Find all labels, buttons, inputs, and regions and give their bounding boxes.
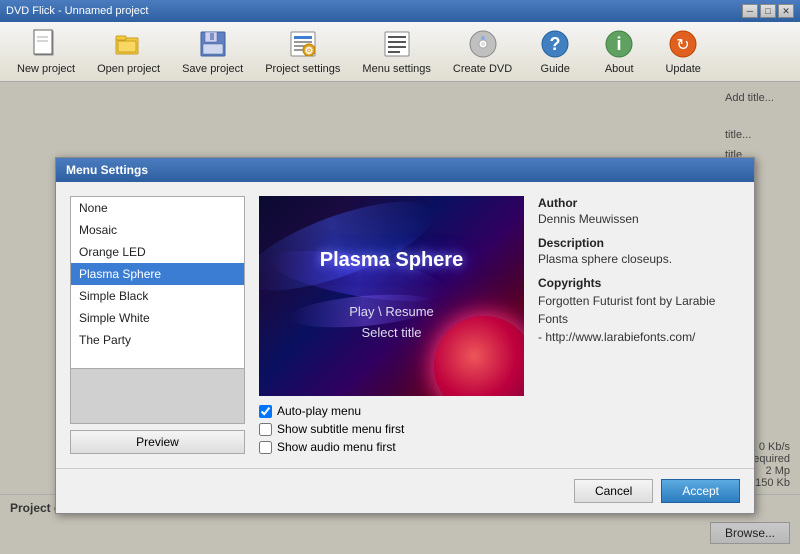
description-label: Description bbox=[538, 236, 740, 250]
window-controls: ─ □ ✕ bbox=[742, 4, 794, 18]
save-project-label: Save project bbox=[182, 63, 243, 75]
menu-item-none[interactable]: None bbox=[71, 197, 244, 219]
create-dvd-label: Create DVD bbox=[453, 63, 512, 75]
show-audio-label: Show audio menu first bbox=[277, 440, 396, 454]
menu-list-empty-area bbox=[70, 369, 245, 424]
svg-text:i: i bbox=[617, 34, 622, 54]
main-area: Add title... title... title e up own t l… bbox=[0, 82, 800, 554]
update-label: Update bbox=[665, 63, 700, 75]
title-bar: DVD Flick - Unnamed project ─ □ ✕ bbox=[0, 0, 800, 22]
preview-button[interactable]: Preview bbox=[70, 430, 245, 454]
save-project-button[interactable]: Save project bbox=[173, 23, 252, 80]
update-icon: ↻ bbox=[667, 28, 699, 60]
new-project-button[interactable]: New project bbox=[8, 23, 84, 80]
cancel-button[interactable]: Cancel bbox=[574, 479, 653, 503]
preview-options: Auto-play menu Show subtitle menu first … bbox=[259, 404, 524, 454]
menu-settings-dialog: Menu Settings None Mosaic Orange LED Pla… bbox=[55, 157, 755, 514]
maximize-button[interactable]: □ bbox=[760, 4, 776, 18]
new-project-icon bbox=[30, 28, 62, 60]
toolbar: New project Open project Save project bbox=[0, 22, 800, 82]
project-settings-icon: ⚙ bbox=[287, 28, 319, 60]
dialog-footer: Cancel Accept bbox=[56, 468, 754, 513]
open-project-label: Open project bbox=[97, 63, 160, 75]
description-value: Plasma sphere closeups. bbox=[538, 252, 740, 266]
menu-item-mosaic[interactable]: Mosaic bbox=[71, 219, 244, 241]
about-label: About bbox=[605, 63, 634, 75]
accept-button[interactable]: Accept bbox=[661, 479, 740, 503]
menu-item-simple-black[interactable]: Simple Black bbox=[71, 285, 244, 307]
show-audio-row: Show audio menu first bbox=[259, 440, 524, 454]
menu-item-plasma-sphere[interactable]: Plasma Sphere bbox=[71, 263, 244, 285]
project-settings-label: Project settings bbox=[265, 63, 340, 75]
guide-label: Guide bbox=[541, 63, 570, 75]
preview-image: Plasma Sphere Play \ ResumeSelect title bbox=[259, 196, 524, 396]
menu-item-the-party[interactable]: The Party bbox=[71, 329, 244, 351]
about-button[interactable]: i About bbox=[589, 23, 649, 80]
show-subtitle-checkbox[interactable] bbox=[259, 423, 272, 436]
menu-settings-icon bbox=[381, 28, 413, 60]
save-project-icon bbox=[197, 28, 229, 60]
svg-text:↻: ↻ bbox=[677, 37, 690, 54]
copyrights-label: Copyrights bbox=[538, 276, 740, 290]
auto-play-label: Auto-play menu bbox=[277, 404, 361, 418]
menu-item-orange-led[interactable]: Orange LED bbox=[71, 241, 244, 263]
svg-text:⚙: ⚙ bbox=[304, 46, 313, 57]
menu-settings-label: Menu settings bbox=[362, 63, 430, 75]
svg-text:?: ? bbox=[550, 34, 561, 54]
close-button[interactable]: ✕ bbox=[778, 4, 794, 18]
about-icon: i bbox=[603, 28, 635, 60]
open-project-icon bbox=[113, 28, 145, 60]
preview-menu-items: Play \ ResumeSelect title bbox=[349, 302, 434, 344]
menu-list: None Mosaic Orange LED Plasma Sphere Sim… bbox=[70, 196, 245, 369]
author-value: Dennis Meuwissen bbox=[538, 212, 740, 226]
menu-list-panel: None Mosaic Orange LED Plasma Sphere Sim… bbox=[70, 196, 245, 454]
menu-preview-panel: Plasma Sphere Play \ ResumeSelect title … bbox=[259, 196, 524, 454]
auto-play-row: Auto-play menu bbox=[259, 404, 524, 418]
copyrights-value: Forgotten Futurist font by Larabie Fonts… bbox=[538, 292, 740, 346]
new-project-label: New project bbox=[17, 63, 75, 75]
guide-button[interactable]: ? Guide bbox=[525, 23, 585, 80]
guide-icon: ? bbox=[539, 28, 571, 60]
show-subtitle-row: Show subtitle menu first bbox=[259, 422, 524, 436]
menu-settings-button[interactable]: Menu settings bbox=[353, 23, 439, 80]
auto-play-checkbox[interactable] bbox=[259, 405, 272, 418]
dialog-body: None Mosaic Orange LED Plasma Sphere Sim… bbox=[56, 182, 754, 468]
update-button[interactable]: ↻ Update bbox=[653, 23, 713, 80]
dialog-title-text: Menu Settings bbox=[66, 163, 148, 177]
show-subtitle-label: Show subtitle menu first bbox=[277, 422, 404, 436]
project-settings-button[interactable]: ⚙ Project settings bbox=[256, 23, 349, 80]
menu-item-simple-white[interactable]: Simple White bbox=[71, 307, 244, 329]
create-dvd-button[interactable]: Create DVD bbox=[444, 23, 521, 80]
author-label: Author bbox=[538, 196, 740, 210]
open-project-button[interactable]: Open project bbox=[88, 23, 169, 80]
show-audio-checkbox[interactable] bbox=[259, 441, 272, 454]
minimize-button[interactable]: ─ bbox=[742, 4, 758, 18]
preview-title: Plasma Sphere bbox=[320, 249, 463, 272]
plasma-orb bbox=[434, 316, 524, 396]
dialog-title-bar: Menu Settings bbox=[56, 158, 754, 182]
menu-info-panel: Author Dennis Meuwissen Description Plas… bbox=[538, 196, 740, 454]
create-dvd-icon bbox=[467, 28, 499, 60]
window-title: DVD Flick - Unnamed project bbox=[6, 5, 742, 17]
